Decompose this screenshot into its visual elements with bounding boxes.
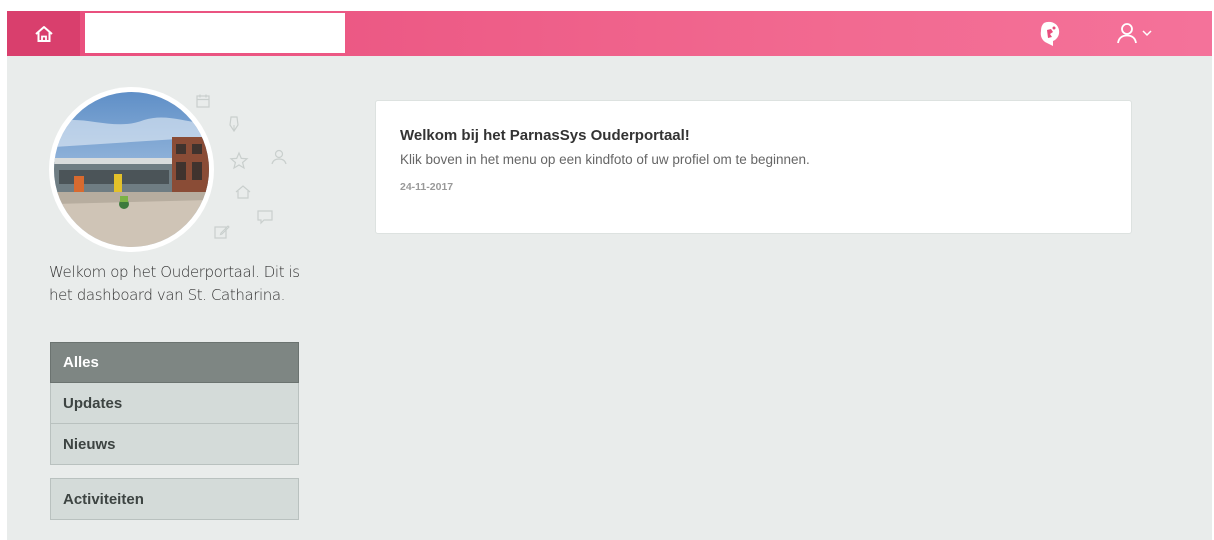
menu-item-activiteiten[interactable]: Activiteiten (50, 478, 299, 520)
star-icon (229, 151, 249, 170)
pen-icon (229, 116, 239, 133)
school-photo-frame (49, 87, 214, 252)
app-frame: Welkom op het Ouderportaal. Dit is het d… (7, 11, 1212, 540)
calendar-icon (196, 94, 210, 108)
chevron-down-icon (1142, 30, 1152, 37)
edit-icon (214, 225, 230, 239)
menu-item-updates[interactable]: Updates (50, 383, 299, 424)
user-menu-toggle[interactable] (1115, 19, 1165, 47)
user-icon (271, 149, 287, 165)
chat-icon (257, 210, 273, 225)
school-photo (54, 92, 209, 247)
home-button[interactable] (7, 11, 80, 56)
home-icon (34, 25, 53, 42)
school-name-field (85, 13, 345, 53)
welcome-card: Welkom bij het ParnasSys Ouderportaal! K… (375, 100, 1132, 234)
home-icon (235, 185, 251, 199)
user-icon (1117, 23, 1137, 44)
card-body: Klik boven in het menu op een kindfoto o… (400, 152, 810, 167)
menu-item-alles[interactable]: Alles (50, 342, 299, 383)
card-title: Welkom bij het ParnasSys Ouderportaal! (400, 127, 690, 144)
parnassys-logo-icon[interactable] (1038, 20, 1062, 47)
card-date: 24-11-2017 (400, 181, 454, 193)
menu-item-nieuws[interactable]: Nieuws (50, 424, 299, 465)
top-navigation-bar (7, 11, 1212, 56)
welcome-message: Welkom op het Ouderportaal. Dit is het d… (49, 263, 300, 304)
filter-menu: Alles Updates Nieuws (50, 342, 299, 465)
